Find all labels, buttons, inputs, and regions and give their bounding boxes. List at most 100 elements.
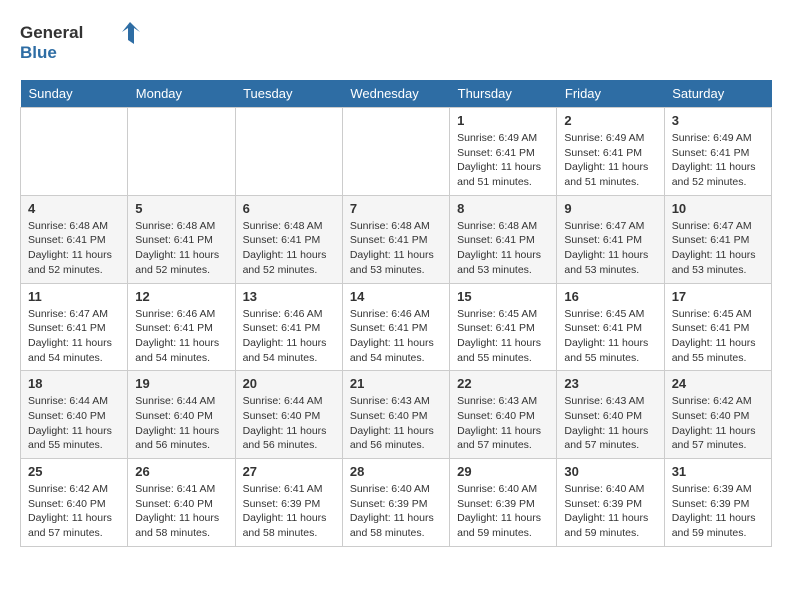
day-info: Sunrise: 6:40 AMSunset: 6:39 PMDaylight:… — [350, 482, 442, 541]
day-cell: 11 Sunrise: 6:47 AMSunset: 6:41 PMDayligh… — [21, 283, 128, 371]
day-info: Sunrise: 6:40 AMSunset: 6:39 PMDaylight:… — [564, 482, 656, 541]
day-number: 17 — [672, 289, 764, 304]
day-cell: 7 Sunrise: 6:48 AMSunset: 6:41 PMDaylight… — [342, 195, 449, 283]
day-number: 27 — [243, 464, 335, 479]
day-number: 24 — [672, 376, 764, 391]
day-cell — [128, 108, 235, 196]
day-number: 3 — [672, 113, 764, 128]
day-cell: 5 Sunrise: 6:48 AMSunset: 6:41 PMDaylight… — [128, 195, 235, 283]
day-info: Sunrise: 6:43 AMSunset: 6:40 PMDaylight:… — [350, 394, 442, 453]
day-cell: 30 Sunrise: 6:40 AMSunset: 6:39 PMDayligh… — [557, 459, 664, 547]
day-number: 23 — [564, 376, 656, 391]
day-number: 29 — [457, 464, 549, 479]
day-info: Sunrise: 6:48 AMSunset: 6:41 PMDaylight:… — [243, 219, 335, 278]
day-info: Sunrise: 6:43 AMSunset: 6:40 PMDaylight:… — [564, 394, 656, 453]
day-number: 7 — [350, 201, 442, 216]
day-number: 15 — [457, 289, 549, 304]
day-cell: 20Sunrise: 6:44 AMSunset: 6:40 PMDayligh… — [235, 371, 342, 459]
day-number: 13 — [243, 289, 335, 304]
day-cell: 19 Sunrise: 6:44 AMSunset: 6:40 PMDayligh… — [128, 371, 235, 459]
day-info: Sunrise: 6:49 AMSunset: 6:41 PMDaylight:… — [457, 131, 549, 190]
day-number: 20 — [243, 376, 335, 391]
day-cell: 25 Sunrise: 6:42 AMSunset: 6:40 PMDayligh… — [21, 459, 128, 547]
day-number: 31 — [672, 464, 764, 479]
day-number: 9 — [564, 201, 656, 216]
week-row-4: 18Sunrise: 6:44 AMSunset: 6:40 PMDayligh… — [21, 371, 772, 459]
day-number: 8 — [457, 201, 549, 216]
day-info: Sunrise: 6:47 AMSunset: 6:41 PMDaylight:… — [564, 219, 656, 278]
day-info: Sunrise: 6:47 AMSunset: 6:41 PMDaylight:… — [672, 219, 764, 278]
day-cell: 14Sunrise: 6:46 AMSunset: 6:41 PMDayligh… — [342, 283, 449, 371]
day-cell: 26 Sunrise: 6:41 AMSunset: 6:40 PMDayligh… — [128, 459, 235, 547]
week-row-1: 1 Sunrise: 6:49 AMSunset: 6:41 PMDaylight… — [21, 108, 772, 196]
day-cell: 10 Sunrise: 6:47 AMSunset: 6:41 PMDayligh… — [664, 195, 771, 283]
weekday-header-thursday: Thursday — [450, 80, 557, 108]
day-cell: 27Sunrise: 6:41 AMSunset: 6:39 PMDayligh… — [235, 459, 342, 547]
day-info: Sunrise: 6:46 AMSunset: 6:41 PMDaylight:… — [135, 307, 227, 366]
day-number: 21 — [350, 376, 442, 391]
day-cell — [235, 108, 342, 196]
day-cell — [342, 108, 449, 196]
day-cell: 9 Sunrise: 6:47 AMSunset: 6:41 PMDaylight… — [557, 195, 664, 283]
svg-text:General: General — [20, 23, 83, 42]
day-number: 10 — [672, 201, 764, 216]
day-info: Sunrise: 6:48 AMSunset: 6:41 PMDaylight:… — [457, 219, 549, 278]
day-info: Sunrise: 6:46 AMSunset: 6:41 PMDaylight:… — [243, 307, 335, 366]
day-info: Sunrise: 6:44 AMSunset: 6:40 PMDaylight:… — [28, 394, 120, 453]
day-number: 6 — [243, 201, 335, 216]
day-info: Sunrise: 6:41 AMSunset: 6:40 PMDaylight:… — [135, 482, 227, 541]
day-cell: 6 Sunrise: 6:48 AMSunset: 6:41 PMDaylight… — [235, 195, 342, 283]
day-info: Sunrise: 6:49 AMSunset: 6:41 PMDaylight:… — [564, 131, 656, 190]
day-info: Sunrise: 6:43 AMSunset: 6:40 PMDaylight:… — [457, 394, 549, 453]
day-number: 30 — [564, 464, 656, 479]
day-number: 11 — [28, 289, 120, 304]
day-number: 14 — [350, 289, 442, 304]
weekday-header-row: SundayMondayTuesdayWednesdayThursdayFrid… — [21, 80, 772, 108]
day-number: 16 — [564, 289, 656, 304]
day-cell: 31Sunrise: 6:39 AMSunset: 6:39 PMDayligh… — [664, 459, 771, 547]
day-cell: 2 Sunrise: 6:49 AMSunset: 6:41 PMDaylight… — [557, 108, 664, 196]
day-cell: 15 Sunrise: 6:45 AMSunset: 6:41 PMDayligh… — [450, 283, 557, 371]
logo: GeneralBlue — [20, 20, 140, 64]
day-number: 12 — [135, 289, 227, 304]
day-cell: 18Sunrise: 6:44 AMSunset: 6:40 PMDayligh… — [21, 371, 128, 459]
day-cell — [21, 108, 128, 196]
day-number: 5 — [135, 201, 227, 216]
day-cell: 12 Sunrise: 6:46 AMSunset: 6:41 PMDayligh… — [128, 283, 235, 371]
day-cell: 22 Sunrise: 6:43 AMSunset: 6:40 PMDayligh… — [450, 371, 557, 459]
weekday-header-tuesday: Tuesday — [235, 80, 342, 108]
day-cell: 3Sunrise: 6:49 AMSunset: 6:41 PMDaylight… — [664, 108, 771, 196]
day-number: 19 — [135, 376, 227, 391]
week-row-5: 25 Sunrise: 6:42 AMSunset: 6:40 PMDayligh… — [21, 459, 772, 547]
day-cell: 13 Sunrise: 6:46 AMSunset: 6:41 PMDayligh… — [235, 283, 342, 371]
day-cell: 8 Sunrise: 6:48 AMSunset: 6:41 PMDaylight… — [450, 195, 557, 283]
day-info: Sunrise: 6:45 AMSunset: 6:41 PMDaylight:… — [564, 307, 656, 366]
day-info: Sunrise: 6:45 AMSunset: 6:41 PMDaylight:… — [457, 307, 549, 366]
day-info: Sunrise: 6:48 AMSunset: 6:41 PMDaylight:… — [135, 219, 227, 278]
weekday-header-saturday: Saturday — [664, 80, 771, 108]
day-cell: 28Sunrise: 6:40 AMSunset: 6:39 PMDayligh… — [342, 459, 449, 547]
weekday-header-wednesday: Wednesday — [342, 80, 449, 108]
day-info: Sunrise: 6:47 AMSunset: 6:41 PMDaylight:… — [28, 307, 120, 366]
day-number: 26 — [135, 464, 227, 479]
day-cell: 23 Sunrise: 6:43 AMSunset: 6:40 PMDayligh… — [557, 371, 664, 459]
day-cell: 17 Sunrise: 6:45 AMSunset: 6:41 PMDayligh… — [664, 283, 771, 371]
day-number: 4 — [28, 201, 120, 216]
svg-text:Blue: Blue — [20, 43, 57, 62]
day-number: 25 — [28, 464, 120, 479]
week-row-2: 4 Sunrise: 6:48 AMSunset: 6:41 PMDaylight… — [21, 195, 772, 283]
day-cell: 16 Sunrise: 6:45 AMSunset: 6:41 PMDayligh… — [557, 283, 664, 371]
day-info: Sunrise: 6:40 AMSunset: 6:39 PMDaylight:… — [457, 482, 549, 541]
day-info: Sunrise: 6:45 AMSunset: 6:41 PMDaylight:… — [672, 307, 764, 366]
day-info: Sunrise: 6:42 AMSunset: 6:40 PMDaylight:… — [28, 482, 120, 541]
day-cell: 29 Sunrise: 6:40 AMSunset: 6:39 PMDayligh… — [450, 459, 557, 547]
day-number: 2 — [564, 113, 656, 128]
weekday-header-monday: Monday — [128, 80, 235, 108]
header: GeneralBlue — [20, 20, 772, 64]
day-info: Sunrise: 6:48 AMSunset: 6:41 PMDaylight:… — [350, 219, 442, 278]
day-info: Sunrise: 6:48 AMSunset: 6:41 PMDaylight:… — [28, 219, 120, 278]
day-info: Sunrise: 6:44 AMSunset: 6:40 PMDaylight:… — [135, 394, 227, 453]
week-row-3: 11 Sunrise: 6:47 AMSunset: 6:41 PMDayligh… — [21, 283, 772, 371]
day-number: 22 — [457, 376, 549, 391]
day-number: 1 — [457, 113, 549, 128]
